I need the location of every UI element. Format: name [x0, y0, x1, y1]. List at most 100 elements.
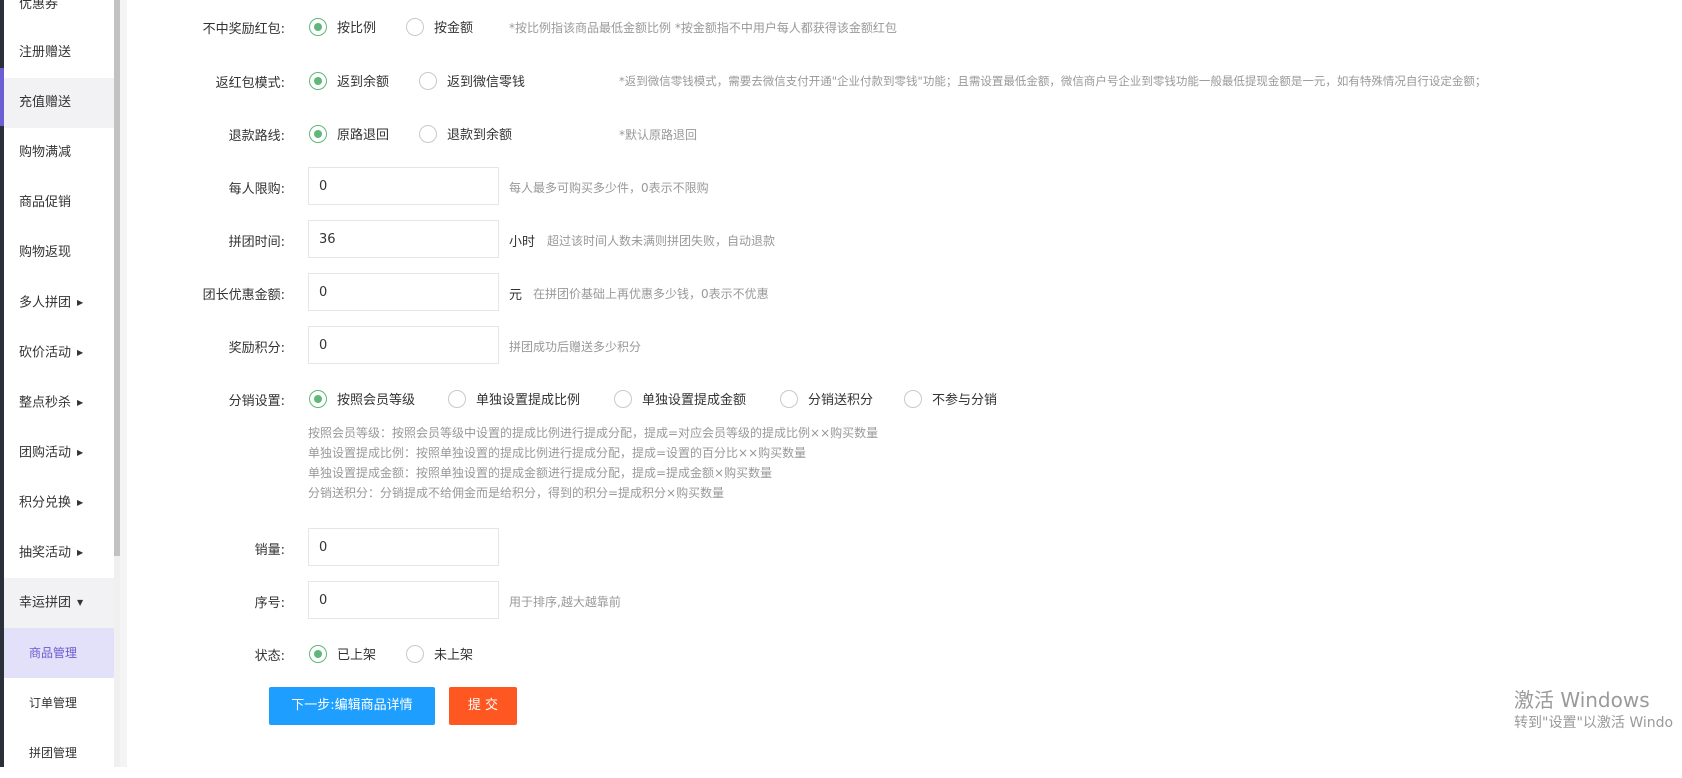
radio-label: 已上架	[337, 648, 377, 663]
caret-right-icon: ▶	[77, 548, 84, 557]
sidebar-item-label: 购物满减	[19, 145, 72, 160]
per-person-limit-input[interactable]	[308, 167, 499, 205]
caret-right-icon: ▶	[77, 448, 84, 457]
group-time-unit: 小时	[509, 235, 536, 250]
distribution-radio-points[interactable]: 分销送积分	[780, 389, 873, 408]
sidebar-item-cashback[interactable]: 购物返现	[4, 228, 115, 278]
radio-label: 按照会员等级	[337, 393, 416, 408]
sidebar-item-label: 注册赠送	[19, 45, 72, 60]
submit-button[interactable]: 提 交	[449, 687, 517, 725]
radio-unchecked-icon	[419, 124, 437, 143]
sidebar-item-group-buy[interactable]: 多人拼团 ▶	[4, 278, 115, 328]
radio-label: 不参与分销	[932, 393, 998, 408]
redpacket-mode-radio-wechat[interactable]: 返到微信零钱	[419, 71, 525, 90]
sidebar-item-flash-sale[interactable]: 整点秒杀 ▶	[4, 378, 115, 428]
distribution-note: 单独设置提成金额：按照单独设置的提成金额进行提成分配，提成=提成金额×购买数量	[308, 466, 773, 480]
caret-right-icon: ▶	[77, 298, 84, 307]
sidebar-item-label: 购物返现	[19, 245, 72, 260]
refund-route-label: 退款路线:	[228, 129, 285, 144]
refund-route-radio-balance[interactable]: 退款到余额	[419, 124, 512, 143]
content-gutter	[120, 0, 127, 767]
sidebar-item-label: 商品促销	[19, 195, 72, 210]
radio-checked-icon	[309, 124, 327, 143]
sidebar-item-label: 幸运拼团	[19, 595, 72, 611]
per-person-limit-hint: 每人最多可购买多少件，0表示不限购	[509, 181, 709, 195]
sidebar-subitem-label: 拼团管理	[29, 746, 78, 760]
redpacket-mode-hint: *返到微信零钱模式，需要去微信支付开通"企业付款到零钱"功能；且需设置最低金额，…	[619, 74, 1487, 88]
leader-discount-input[interactable]	[308, 273, 499, 311]
radio-unchecked-icon	[448, 389, 466, 408]
reward-points-label: 奖励积分:	[228, 341, 285, 356]
refund-route-hint: *默认原路退回	[619, 128, 698, 142]
sidebar-subitem-order-manage[interactable]: 订单管理	[4, 678, 115, 728]
windows-activation-watermark-subtitle: 转到"设置"以激活 Windo	[1514, 715, 1674, 731]
loser-redpacket-radio-ratio[interactable]: 按比例	[309, 17, 376, 36]
per-person-limit-label: 每人限购:	[228, 182, 285, 197]
distribution-radio-member-level[interactable]: 按照会员等级	[309, 389, 415, 408]
distribution-radio-custom-ratio[interactable]: 单独设置提成比例	[448, 389, 580, 408]
loser-redpacket-radio-amount[interactable]: 按金额	[406, 17, 473, 36]
sort-order-hint: 用于排序,越大越靠前	[509, 595, 621, 609]
radio-label: 返到微信零钱	[447, 75, 526, 90]
sidebar-item-label: 整点秒杀	[19, 395, 72, 411]
sidebar-item-label: 优惠券	[19, 0, 59, 12]
distribution-radio-custom-amount[interactable]: 单独设置提成金额	[614, 389, 746, 408]
sidebar-item-lucky-group[interactable]: 幸运拼团 ▼	[4, 578, 115, 628]
leader-discount-unit: 元	[509, 288, 523, 303]
loser-redpacket-label: 不中奖励红包:	[202, 22, 285, 37]
sidebar-item-label: 多人拼团	[19, 295, 72, 311]
sidebar-item-promotion[interactable]: 商品促销	[4, 178, 115, 228]
radio-label: 分销送积分	[808, 393, 874, 408]
sales-input[interactable]	[308, 528, 499, 566]
radio-label: 退款到余额	[447, 128, 513, 143]
radio-unchecked-icon	[406, 644, 424, 663]
distribution-label: 分销设置:	[228, 394, 285, 409]
sidebar-item-bargain[interactable]: 砍价活动 ▶	[4, 328, 115, 378]
radio-checked-icon	[309, 71, 327, 90]
group-time-hint: 超过该时间人数未满则拼团失败，自动退款	[547, 234, 776, 248]
sort-order-input[interactable]	[308, 581, 499, 619]
sidebar-subitem-label: 订单管理	[29, 696, 78, 710]
loser-redpacket-hint: *按比例指该商品最低金额比例 *按金额指不中用户每人都获得该金额红包	[509, 21, 897, 35]
status-radio-off-shelf[interactable]: 未上架	[406, 644, 473, 663]
status-radio-on-shelf[interactable]: 已上架	[309, 644, 376, 663]
refund-route-radio-original[interactable]: 原路退回	[309, 124, 389, 143]
radio-checked-icon	[309, 17, 327, 36]
distribution-note: 按照会员等级：按照会员等级中设置的提成比例进行提成分配，提成=对应会员等级的提成…	[308, 426, 879, 440]
windows-activation-watermark-title: 激活 Windows	[1514, 688, 1650, 712]
sidebar-item-full-reduction[interactable]: 购物满减	[4, 128, 115, 178]
sidebar-subitem-group-manage[interactable]: 拼团管理	[4, 728, 115, 778]
group-time-input[interactable]	[308, 220, 499, 258]
radio-label: 按金额	[434, 21, 474, 36]
leader-discount-hint: 在拼团价基础上再优惠多少钱，0表示不优惠	[533, 287, 769, 301]
distribution-note: 分销送积分：分销提成不给佣金而是给积分，得到的积分=提成积分×购买数量	[308, 486, 725, 500]
sidebar-item-recharge-gift[interactable]: 充值赠送	[4, 78, 115, 128]
sidebar-subitem-product-manage[interactable]: 商品管理	[4, 628, 115, 678]
distribution-note: 单独设置提成比例：按照单独设置的提成比例进行提成分配，提成=设置的百分比××购买…	[308, 446, 807, 460]
radio-label: 原路退回	[337, 128, 390, 143]
reward-points-input[interactable]	[308, 326, 499, 364]
radio-label: 单独设置提成金额	[642, 393, 747, 408]
radio-checked-icon	[309, 644, 327, 663]
sidebar-item-register-gift[interactable]: 注册赠送	[4, 28, 115, 78]
sidebar-item-label: 团购活动	[19, 445, 72, 461]
sidebar-subitem-label: 商品管理	[29, 646, 78, 660]
sort-order-label: 序号:	[254, 596, 285, 611]
sidebar-item-coupon[interactable]: 优惠券	[4, 0, 115, 30]
next-edit-details-button[interactable]: 下一步:编辑商品详情	[269, 687, 435, 725]
radio-checked-icon	[309, 389, 327, 408]
distribution-radio-none[interactable]: 不参与分销	[904, 389, 997, 408]
sidebar-item-team-buy[interactable]: 团购活动 ▶	[4, 428, 115, 478]
sidebar-item-label: 砍价活动	[19, 345, 72, 361]
sidebar-item-lottery[interactable]: 抽奖活动 ▶	[4, 528, 115, 578]
leader-discount-label: 团长优惠金额:	[202, 288, 285, 303]
radio-label: 按比例	[337, 21, 377, 36]
redpacket-mode-label: 返红包模式:	[215, 76, 285, 91]
redpacket-mode-radio-balance[interactable]: 返到余额	[309, 71, 389, 90]
radio-unchecked-icon	[780, 389, 798, 408]
radio-unchecked-icon	[614, 389, 632, 408]
sidebar-item-label: 充值赠送	[19, 95, 72, 110]
status-label: 状态:	[254, 649, 285, 664]
radio-unchecked-icon	[419, 71, 437, 90]
sidebar-item-points-exchange[interactable]: 积分兑换 ▶	[4, 478, 115, 528]
